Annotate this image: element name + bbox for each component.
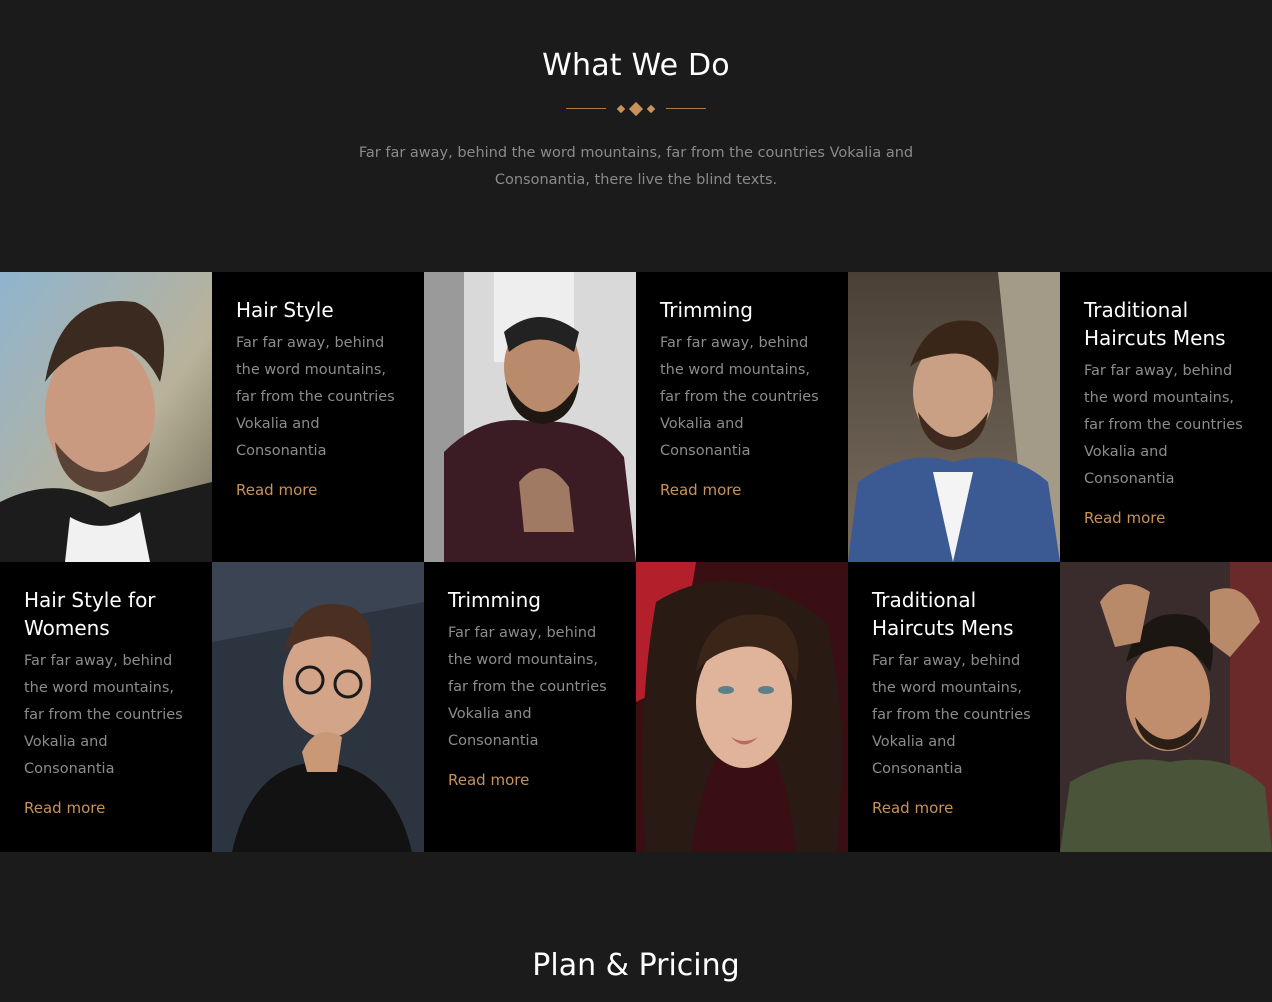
service-description: Far far away, behind the word mountains,… bbox=[448, 625, 607, 749]
service-card: Traditional Haircuts Mens Far far away, … bbox=[1060, 272, 1272, 562]
service-card: Hair Style Far far away, behind the word… bbox=[212, 272, 424, 562]
service-description: Far far away, behind the word mountains,… bbox=[24, 653, 183, 777]
service-photo-woman bbox=[636, 562, 848, 852]
service-card: Hair Style for Womens Far far away, behi… bbox=[0, 562, 212, 852]
service-card: Trimming Far far away, behind the word m… bbox=[636, 272, 848, 562]
service-title: Hair Style for Womens bbox=[24, 588, 156, 640]
service-description: Far far away, behind the word mountains,… bbox=[1084, 363, 1243, 487]
service-card: Trimming Far far away, behind the word m… bbox=[424, 562, 636, 852]
read-more-link[interactable]: Read more bbox=[872, 799, 953, 817]
pricing-title: Plan & Pricing bbox=[532, 948, 740, 983]
service-photo-man-hands-in-hair bbox=[1060, 562, 1272, 852]
service-title: Traditional Haircuts Mens bbox=[1084, 298, 1226, 350]
read-more-link[interactable]: Read more bbox=[236, 481, 317, 499]
service-title: Trimming bbox=[448, 588, 541, 612]
service-title: Hair Style bbox=[236, 298, 334, 322]
read-more-link[interactable]: Read more bbox=[660, 481, 741, 499]
service-title: Traditional Haircuts Mens bbox=[872, 588, 1014, 640]
service-photo-glasses-man bbox=[212, 562, 424, 852]
service-photo-hair-style bbox=[0, 272, 212, 562]
read-more-link[interactable]: Read more bbox=[24, 799, 105, 817]
section-intro: Far far away, behind the word mountains,… bbox=[358, 145, 914, 188]
service-photo-trimming bbox=[424, 272, 636, 562]
ornament-divider bbox=[566, 101, 706, 117]
service-description: Far far away, behind the word mountains,… bbox=[872, 653, 1031, 777]
service-description: Far far away, behind the word mountains,… bbox=[660, 335, 819, 459]
service-title: Trimming bbox=[660, 298, 753, 322]
service-photo-traditional-haircut bbox=[848, 272, 1060, 562]
read-more-link[interactable]: Read more bbox=[1084, 509, 1165, 527]
service-card: Traditional Haircuts Mens Far far away, … bbox=[848, 562, 1060, 852]
services-grid: Hair Style Far far away, behind the word… bbox=[0, 272, 1272, 852]
read-more-link[interactable]: Read more bbox=[448, 771, 529, 789]
section-title: What We Do bbox=[542, 48, 730, 83]
service-description: Far far away, behind the word mountains,… bbox=[236, 335, 395, 459]
